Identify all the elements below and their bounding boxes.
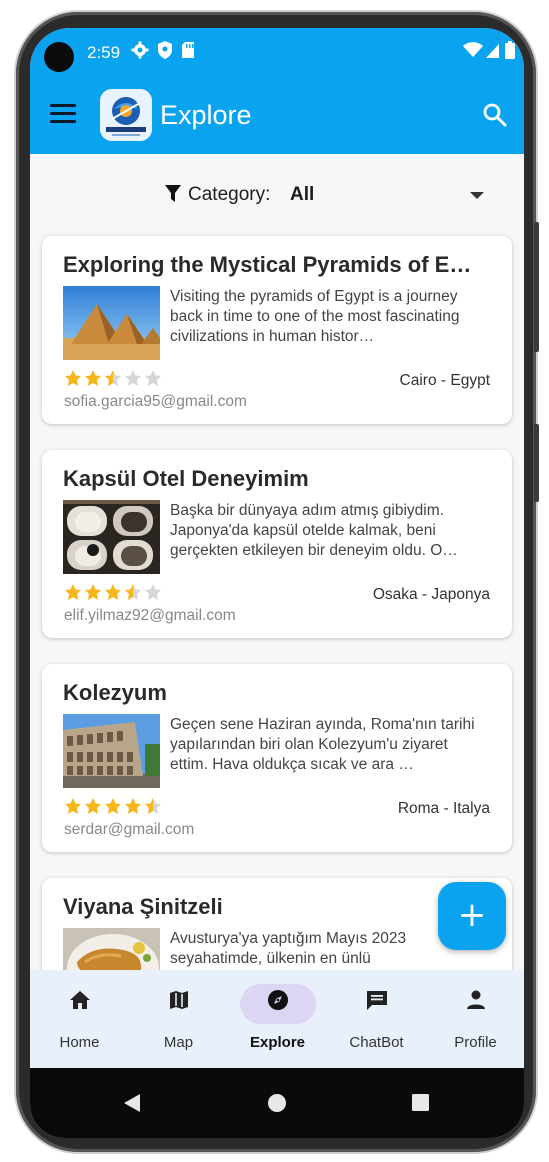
- post-author-email: sofia.garcia95@gmail.com: [64, 393, 247, 410]
- post-card[interactable]: Exploring the Mystical Pyramids of E… Vi…: [42, 236, 512, 424]
- nav-label: ChatBot: [349, 1034, 404, 1051]
- category-value[interactable]: All: [290, 184, 314, 206]
- nav-item-explore[interactable]: Explore: [228, 970, 327, 1068]
- post-title: Viyana Şinitzeli: [63, 894, 223, 919]
- page-title: Explore: [160, 100, 252, 130]
- nav-item-map[interactable]: Map: [129, 970, 228, 1068]
- menu-icon[interactable]: [50, 104, 76, 126]
- map-icon: [169, 991, 188, 1009]
- wifi-icon: [463, 42, 483, 57]
- power-button: [534, 424, 539, 502]
- post-image-capsule-hotel: [63, 500, 160, 574]
- back-icon[interactable]: [122, 1092, 142, 1114]
- post-card[interactable]: Kapsül Otel Deneyimim Başka bir dünyaya …: [42, 450, 512, 638]
- chat-icon: [366, 991, 387, 1010]
- nav-label: Profile: [454, 1034, 497, 1051]
- filter-icon: [165, 185, 181, 202]
- post-author-email: serdar@gmail.com: [64, 821, 195, 838]
- post-author-email: elif.yilmaz92@gmail.com: [64, 607, 236, 624]
- screen: 2:59 Explore Category: All Exploring the…: [30, 28, 524, 1138]
- nav-label: Explore: [249, 1034, 306, 1051]
- add-post-button[interactable]: +: [438, 882, 506, 950]
- plus-icon: +: [457, 895, 487, 935]
- dropdown-arrow-icon[interactable]: [470, 192, 484, 199]
- nav-item-profile[interactable]: Profile: [426, 970, 524, 1068]
- system-navigation-bar: [30, 1068, 524, 1138]
- search-icon[interactable]: [482, 102, 508, 128]
- signal-icon: [486, 44, 499, 58]
- rating-stars-icon: [65, 584, 161, 600]
- post-location: Cairo - Egypt: [399, 372, 490, 389]
- app-logo: [100, 89, 152, 141]
- post-description: Geçen sene Haziran ayında, Roma'nın tari…: [170, 716, 475, 773]
- shield-icon: [158, 41, 172, 59]
- post-title: Kolezyum: [63, 680, 167, 705]
- nav-item-home[interactable]: Home: [30, 970, 129, 1068]
- nav-label: Home: [59, 1034, 100, 1051]
- app-bar: Explore: [30, 80, 524, 154]
- compass-icon: [267, 990, 288, 1010]
- home-circle-icon[interactable]: [267, 1093, 287, 1113]
- post-image-colosseum: [63, 714, 160, 788]
- person-icon: [466, 990, 485, 1009]
- post-card[interactable]: Kolezyum Geçen sene Haziran ayında, Roma…: [42, 664, 512, 852]
- post-title: Exploring the Mystical Pyramids of E…: [63, 252, 472, 277]
- recents-icon[interactable]: [411, 1093, 430, 1112]
- status-time: 2:59: [87, 43, 121, 62]
- home-icon: [69, 991, 90, 1009]
- rating-stars-icon: [65, 370, 161, 386]
- gear-icon: [131, 41, 149, 59]
- volume-button: [534, 222, 539, 352]
- front-camera: [44, 42, 74, 72]
- post-location: Osaka - Japonya: [372, 586, 490, 603]
- status-bar: 2:59: [30, 28, 524, 80]
- post-description: Visiting the pyramids of Egypt is a jour…: [170, 288, 460, 345]
- post-location: Roma - Italya: [397, 800, 490, 817]
- nav-label: Map: [163, 1034, 194, 1051]
- bottom-navigation: Home Map Explore ChatBot Profile: [30, 970, 524, 1068]
- rating-stars-icon: [65, 798, 161, 814]
- post-description: Başka bir dünyaya adım atmış gibiydim. J…: [170, 502, 458, 559]
- sd-card-icon: [182, 42, 194, 58]
- category-filter[interactable]: Category: All: [30, 154, 524, 240]
- post-title: Kapsül Otel Deneyimim: [63, 466, 309, 491]
- nav-item-chatbot[interactable]: ChatBot: [327, 970, 426, 1068]
- post-image-pyramids: [63, 286, 160, 360]
- category-label: Category:: [188, 184, 271, 205]
- battery-icon: [505, 41, 515, 59]
